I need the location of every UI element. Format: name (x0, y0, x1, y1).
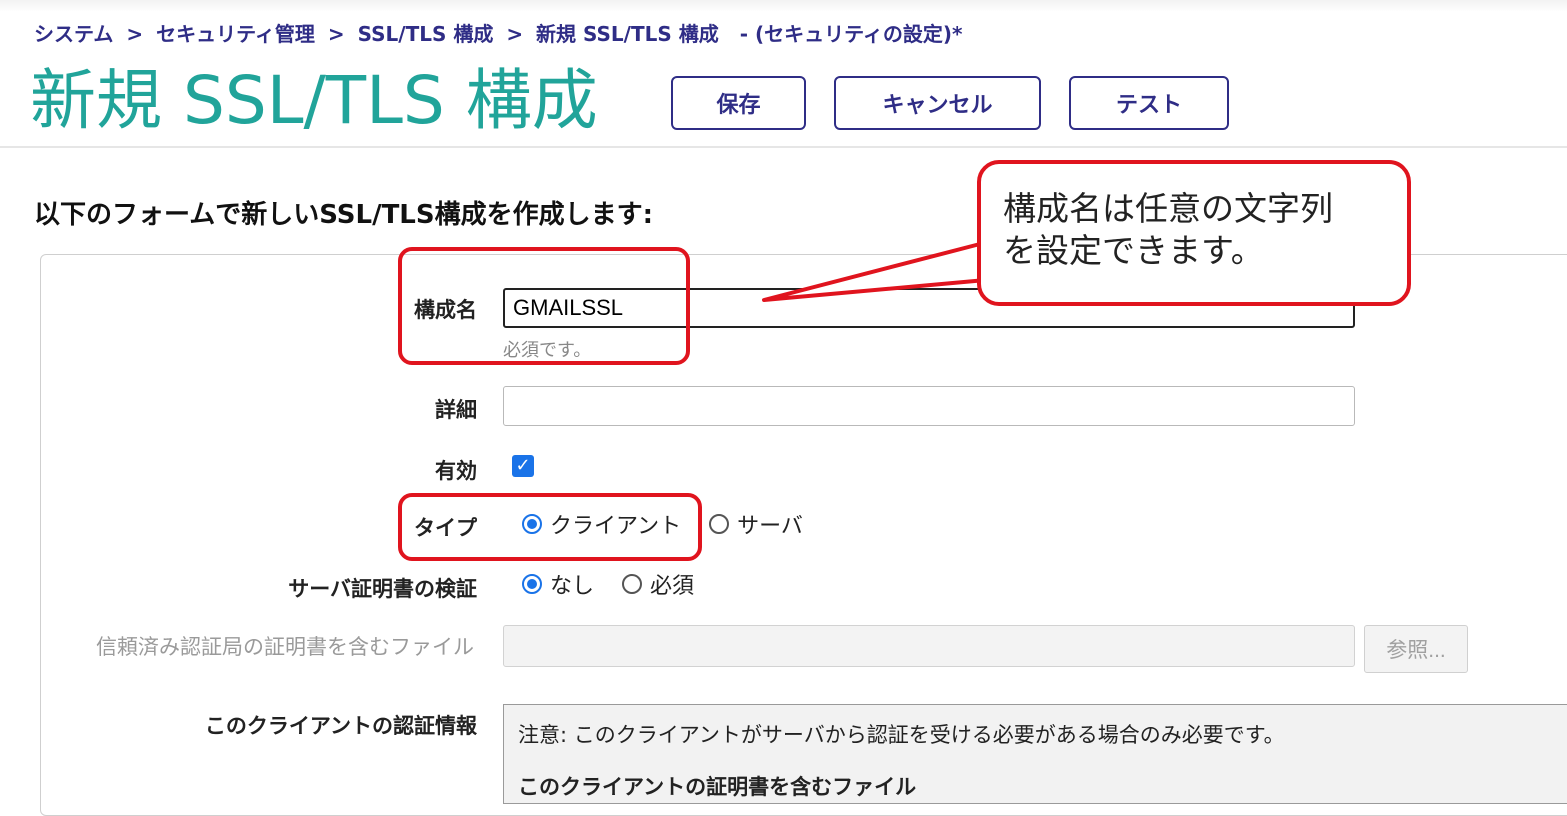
callout-tail (762, 242, 988, 302)
callout-line-1: 構成名は任意の文字列 (1003, 189, 1333, 228)
callout-annotation: 構成名は任意の文字列 を設定できます。 (977, 160, 1411, 306)
callout-line-2: を設定できます。 (1003, 231, 1264, 270)
